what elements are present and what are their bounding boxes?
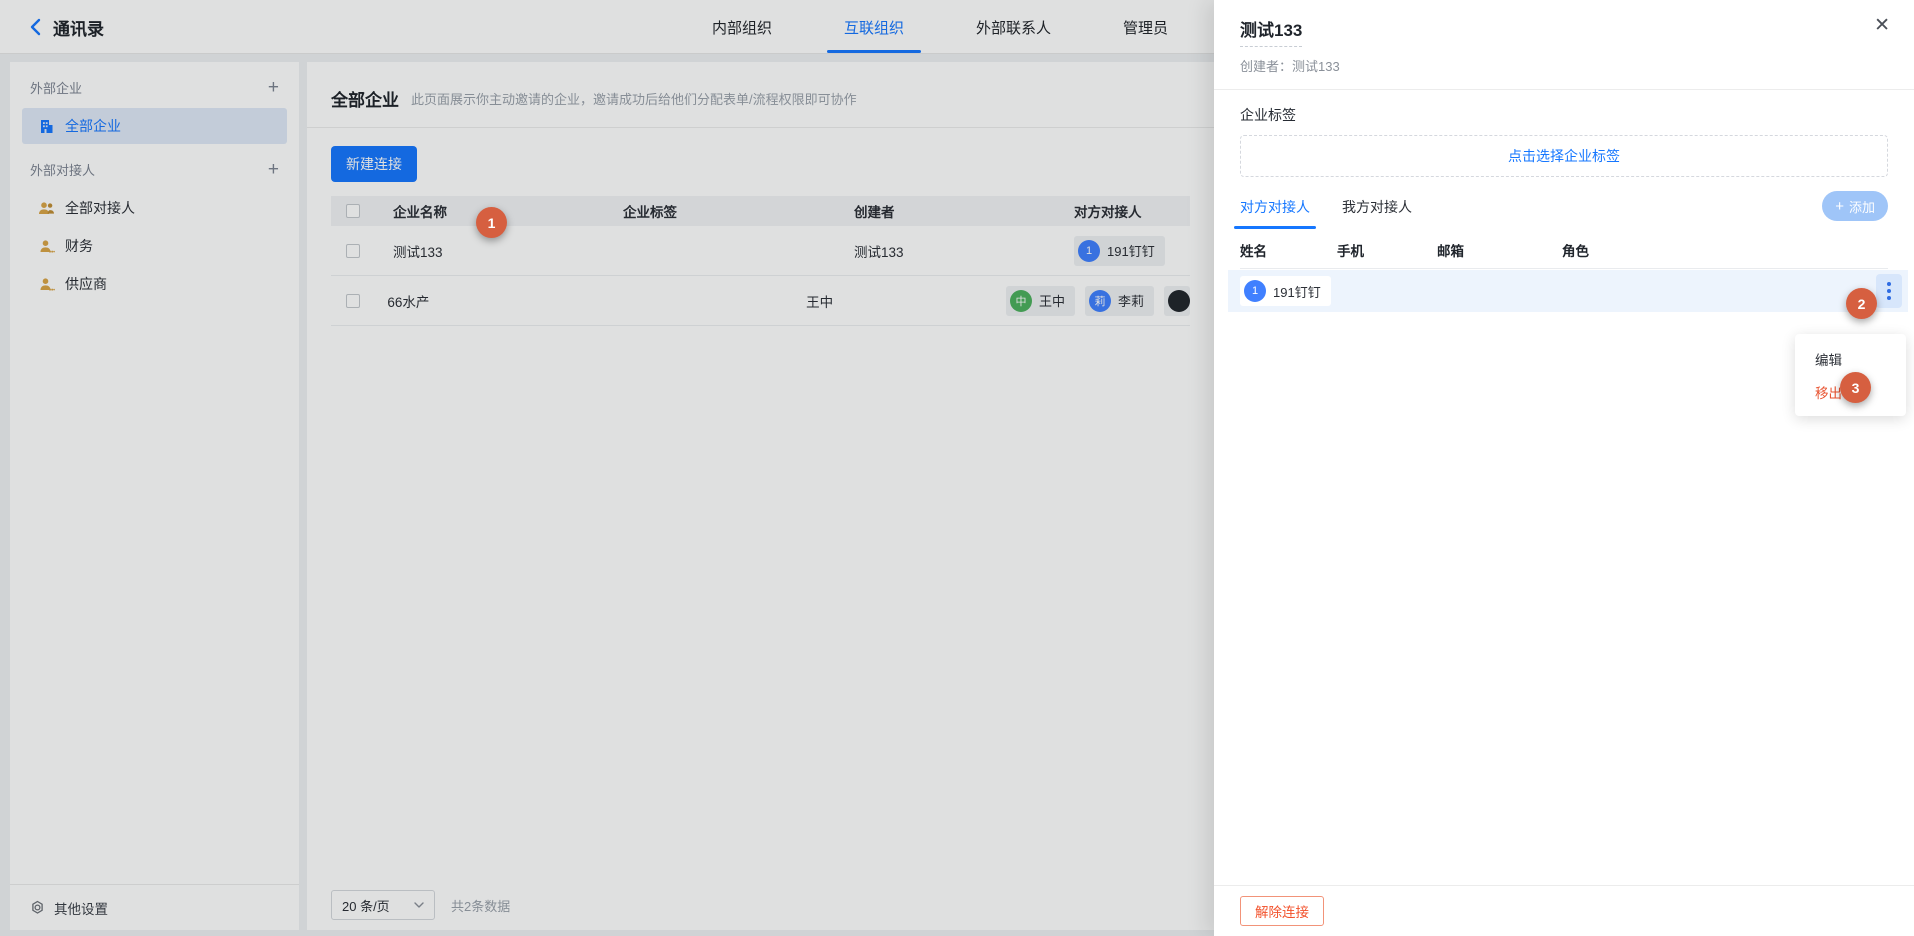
contact-chip: 1 191钉钉 bbox=[1240, 276, 1331, 306]
contact-row[interactable]: 1 191钉钉 bbox=[1228, 270, 1908, 312]
people-icon bbox=[38, 200, 55, 217]
tab-connected-org[interactable]: 互联组织 bbox=[844, 0, 904, 54]
column-header-creator: 创建者 bbox=[854, 201, 1074, 221]
contact-name: 191钉钉 bbox=[1107, 241, 1155, 260]
sidebar: 外部企业 + 全部企业 外部对接人 + 全部对接人 财务 bbox=[10, 62, 299, 930]
main-header: 全部企业 此页面展示你主动邀请的企业，邀请成功后给他们分配表单/流程权限即可协作 bbox=[307, 62, 1214, 111]
detail-drawer: ✕ 测试133 创建者：测试133 企业标签 点击选择企业标签 对方对接人 我方… bbox=[1214, 0, 1914, 936]
contact-chips: 中 王中 莉 李莉 bbox=[1006, 286, 1190, 316]
tab-external-contacts[interactable]: 外部联系人 bbox=[976, 0, 1051, 54]
avatar: 1 bbox=[1078, 240, 1100, 262]
sidebar-item-label: 财务 bbox=[65, 236, 93, 256]
sidebar-item-label: 全部企业 bbox=[65, 116, 121, 136]
column-header-phone: 手机 bbox=[1337, 240, 1437, 260]
tab-internal-org[interactable]: 内部组织 bbox=[712, 0, 772, 54]
app-screen: 通讯录 内部组织 互联组织 外部联系人 管理员 外部企业 + 全部企业 外部对接… bbox=[0, 0, 1914, 936]
back-button[interactable]: 通讯录 bbox=[30, 0, 104, 54]
building-icon bbox=[38, 118, 55, 135]
table-row[interactable]: 66水产 王中 中 王中 莉 李莉 bbox=[331, 276, 1190, 326]
add-contact-button[interactable]: + 添加 bbox=[1822, 191, 1888, 221]
row-checkbox[interactable] bbox=[346, 294, 360, 308]
sidebar-section-label: 外部企业 bbox=[30, 78, 82, 97]
contact-name: 李莉 bbox=[1118, 291, 1144, 310]
other-settings[interactable]: 其他设置 bbox=[10, 884, 299, 930]
sidebar-section-contacts: 外部对接人 + bbox=[10, 150, 299, 188]
page-title: 通讯录 bbox=[53, 15, 104, 40]
menu-item-edit[interactable]: 编辑 bbox=[1795, 342, 1906, 375]
avatar: 莉 bbox=[1089, 290, 1111, 312]
sidebar-item-label: 全部对接人 bbox=[65, 198, 135, 218]
select-all-checkbox[interactable] bbox=[346, 204, 360, 218]
drawer-title: 测试133 bbox=[1240, 16, 1302, 47]
contact-chip: 莉 李莉 bbox=[1085, 286, 1154, 316]
chevron-left-icon bbox=[30, 18, 41, 36]
disconnect-button[interactable]: 解除连接 bbox=[1240, 896, 1324, 926]
column-header-name: 企业名称 bbox=[393, 201, 623, 221]
sidebar-item-all-enterprises[interactable]: 全部企业 bbox=[22, 108, 287, 144]
settings-ring-icon bbox=[30, 900, 45, 915]
step-badge-2: 2 bbox=[1846, 288, 1877, 319]
drawer-creator: 创建者：测试133 bbox=[1240, 56, 1888, 75]
contact-chip: 1 191钉钉 bbox=[1074, 236, 1165, 266]
row-checkbox[interactable] bbox=[346, 244, 360, 258]
more-actions-button[interactable] bbox=[1876, 274, 1902, 308]
sidebar-item-all-contacts[interactable]: 全部对接人 bbox=[22, 190, 287, 226]
column-header-role: 角色 bbox=[1562, 240, 1888, 260]
add-contact-group-icon[interactable]: + bbox=[268, 160, 279, 179]
section-subtitle: 此页面展示你主动邀请的企业，邀请成功后给他们分配表单/流程权限即可协作 bbox=[411, 89, 857, 108]
page-size-value: 20 条/页 bbox=[342, 896, 390, 915]
sidebar-section-label: 外部对接人 bbox=[30, 160, 95, 179]
divider bbox=[307, 127, 1214, 128]
table-header-row: 企业名称 企业标签 创建者 对方对接人 bbox=[331, 196, 1190, 226]
new-connection-button[interactable]: 新建连接 bbox=[331, 146, 417, 182]
sidebar-item-supplier[interactable]: 供应商 bbox=[22, 266, 287, 302]
person-tag-icon bbox=[38, 276, 55, 293]
column-header-email: 邮箱 bbox=[1437, 240, 1562, 260]
divider bbox=[1214, 89, 1914, 90]
enterprise-name: 66水产 bbox=[387, 291, 596, 311]
contact-chip: 中 王中 bbox=[1006, 286, 1075, 316]
sidebar-section-enterprise: 外部企业 + bbox=[10, 68, 299, 106]
tag-section-label: 企业标签 bbox=[1240, 105, 1888, 125]
pagination: 20 条/页 共2条数据 bbox=[331, 890, 510, 920]
step-badge-1: 1 bbox=[476, 207, 507, 238]
sidebar-item-finance[interactable]: 财务 bbox=[22, 228, 287, 264]
step-badge-3: 3 bbox=[1840, 372, 1871, 403]
column-header-contacts: 对方对接人 bbox=[1074, 201, 1142, 221]
drawer-footer: 解除连接 bbox=[1214, 885, 1914, 936]
drawer-tabs: 对方对接人 我方对接人 + 添加 bbox=[1240, 197, 1888, 229]
avatar: 1 bbox=[1244, 280, 1266, 302]
select-enterprise-tag-button[interactable]: 点击选择企业标签 bbox=[1240, 135, 1888, 177]
contact-name: 191钉钉 bbox=[1273, 282, 1321, 301]
plus-icon: + bbox=[1835, 199, 1844, 214]
total-count: 共2条数据 bbox=[451, 896, 510, 915]
enterprise-name: 测试133 bbox=[393, 241, 623, 261]
tab-our-contacts[interactable]: 我方对接人 bbox=[1342, 197, 1412, 229]
contact-name: 王中 bbox=[1039, 291, 1065, 310]
contact-chips: 1 191钉钉 bbox=[1074, 236, 1175, 266]
column-header-tag: 企业标签 bbox=[623, 201, 854, 221]
chevron-down-icon bbox=[414, 902, 424, 908]
enterprise-creator: 测试133 bbox=[854, 241, 1074, 261]
header-tabs: 内部组织 互联组织 外部联系人 管理员 bbox=[712, 0, 1168, 54]
contact-chip-partial bbox=[1164, 286, 1190, 316]
section-title: 全部企业 bbox=[331, 86, 399, 111]
person-tag-icon bbox=[38, 238, 55, 255]
enterprise-table: 企业名称 企业标签 创建者 对方对接人 测试133 测试133 1 191钉钉 bbox=[331, 196, 1190, 326]
enterprise-creator: 王中 bbox=[806, 291, 1006, 311]
other-settings-label: 其他设置 bbox=[54, 898, 108, 918]
tab-their-contacts[interactable]: 对方对接人 bbox=[1240, 197, 1310, 229]
main-panel: 全部企业 此页面展示你主动邀请的企业，邀请成功后给他们分配表单/流程权限即可协作… bbox=[307, 62, 1214, 930]
table-row[interactable]: 测试133 测试133 1 191钉钉 bbox=[331, 226, 1190, 276]
contact-table-header: 姓名 手机 邮箱 角色 bbox=[1240, 231, 1888, 269]
add-enterprise-icon[interactable]: + bbox=[268, 78, 279, 97]
avatar: 中 bbox=[1010, 290, 1032, 312]
avatar bbox=[1168, 290, 1190, 312]
page-size-select[interactable]: 20 条/页 bbox=[331, 890, 435, 920]
tab-admin[interactable]: 管理员 bbox=[1123, 0, 1168, 54]
column-header-name: 姓名 bbox=[1240, 240, 1337, 260]
sidebar-item-label: 供应商 bbox=[65, 274, 107, 294]
add-label: 添加 bbox=[1849, 197, 1875, 216]
